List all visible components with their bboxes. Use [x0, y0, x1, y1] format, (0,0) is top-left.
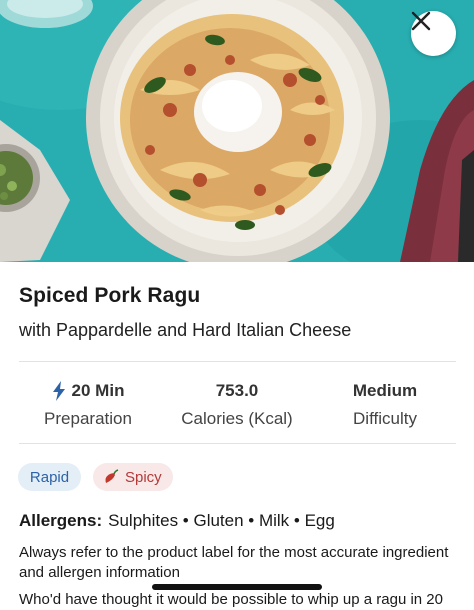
tag-label: Rapid [29, 468, 70, 486]
stat-calories: 753.0 Calories (Kcal) [167, 378, 307, 429]
stat-label: Calories (Kcal) [181, 409, 293, 428]
stat-difficulty: Medium Difficulty [315, 378, 455, 429]
tag-spicy[interactable]: Spicy [93, 463, 173, 491]
stat-value: 20 Min [71, 381, 125, 400]
stat-value: Medium [352, 381, 418, 400]
allergens-list: Sulphites • Gluten • Milk • Egg [108, 511, 335, 530]
recipe-hero-image [0, 0, 474, 262]
chili-pepper-icon [105, 469, 119, 483]
divider [19, 361, 456, 362]
tag-label: Spicy [125, 468, 162, 486]
home-indicator[interactable] [152, 584, 322, 590]
recipe-title: Spiced Pork Ragu [19, 284, 201, 307]
dish-photo [0, 0, 474, 262]
recipe-description: Who'd have thought it would be possible … [19, 591, 443, 608]
recipe-subtitle: with Pappardelle and Hard Italian Cheese [19, 320, 352, 340]
allergens: Allergens: Sulphites • Gluten • Milk • Eg… [19, 511, 335, 531]
stat-label: Difficulty [353, 409, 417, 428]
lightning-icon [52, 381, 65, 401]
divider [19, 443, 456, 444]
stat-label: Preparation [44, 409, 132, 428]
stat-preparation: 20 Min Preparation [18, 378, 158, 429]
close-button[interactable] [411, 11, 456, 56]
close-icon [411, 11, 431, 31]
tag-rapid[interactable]: Rapid [18, 463, 81, 491]
stat-value: 753.0 [215, 381, 259, 400]
allergens-label: Allergens: [19, 511, 103, 530]
allergen-notice: Always refer to the product label for th… [19, 544, 449, 581]
